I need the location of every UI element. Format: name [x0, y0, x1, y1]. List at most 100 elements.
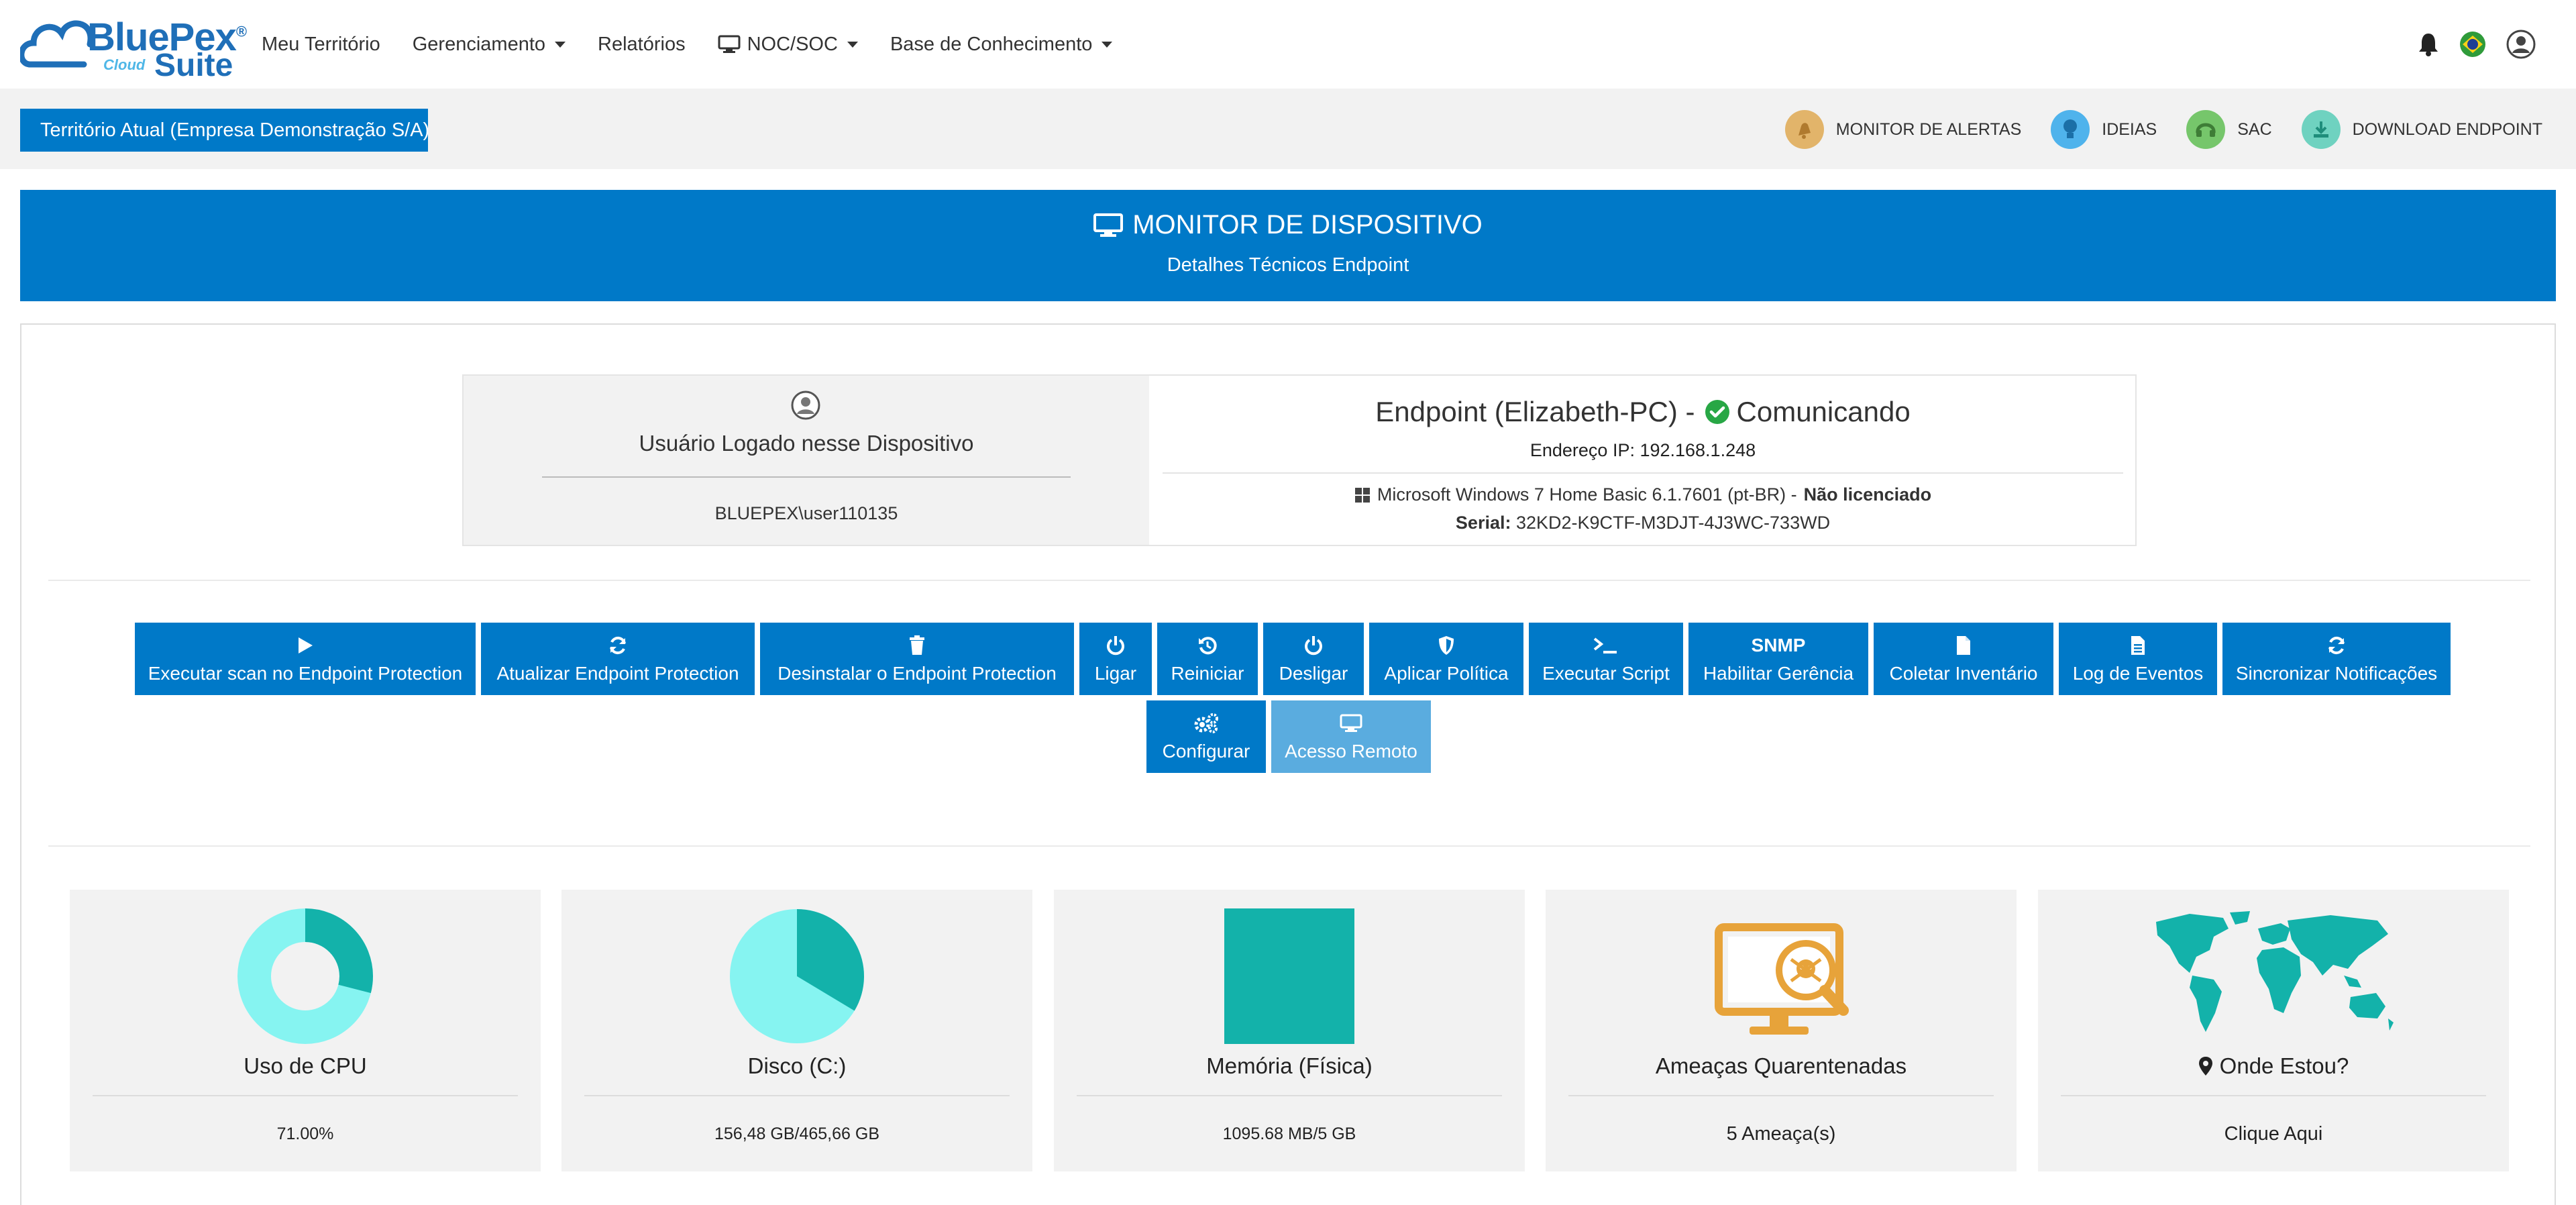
endpoint-status-panel: Endpoint (Elizabeth-PC) - Comunicando En… — [1149, 376, 2137, 545]
lightbulb-icon — [2051, 110, 2090, 149]
user-avatar-icon — [791, 390, 820, 420]
event-log-button[interactable]: Log de Eventos — [2059, 623, 2217, 695]
logo-suite-text: Suite — [154, 48, 233, 83]
nav-noc-soc[interactable]: NOC/SOC — [718, 34, 858, 56]
enable-snmp-button[interactable]: SNMP Habilitar Gerência — [1688, 623, 1868, 695]
file-text-icon — [2131, 636, 2145, 655]
play-icon — [299, 637, 313, 653]
power-icon — [1305, 636, 1322, 656]
ideias-link[interactable]: IDEIAS — [2051, 110, 2157, 149]
disk-title: Disco (C:) — [747, 1053, 847, 1078]
logged-user-panel: Usuário Logado nesse Dispositivo BLUEPEX… — [464, 376, 1149, 545]
operating-system: Microsoft Windows 7 Home Basic 6.1.7601 … — [1149, 484, 2137, 505]
caret-down-icon — [1102, 41, 1113, 48]
memory-title: Memória (Física) — [1206, 1053, 1373, 1078]
history-icon — [1199, 637, 1217, 655]
disk-usage-card[interactable]: Disco (C:) 156,48 GB/465,66 GB — [561, 890, 1032, 1171]
navbar-right-icons — [2398, 30, 2536, 59]
run-scan-button[interactable]: Executar scan no Endpoint Protection — [135, 623, 476, 695]
nav-base-conhecimento[interactable]: Base de Conhecimento — [890, 34, 1113, 56]
monitor-icon — [1340, 714, 1362, 732]
apply-policy-button[interactable]: Aplicar Política — [1369, 623, 1523, 695]
nav-meu-territorio[interactable]: Meu Território — [262, 34, 380, 56]
divider — [584, 1095, 1010, 1096]
divider — [93, 1095, 518, 1096]
main-menu: Meu Território Gerenciamento Relatórios … — [262, 0, 1144, 89]
download-icon — [2301, 110, 2341, 149]
power-on-button[interactable]: Ligar — [1079, 623, 1152, 695]
license-status: Não licenciado — [1803, 484, 1932, 505]
caret-down-icon — [555, 41, 566, 48]
trash-icon — [910, 635, 924, 655]
page-subtitle: Detalhes Técnicos Endpoint — [1167, 254, 1409, 276]
nav-gerenciamento[interactable]: Gerenciamento — [413, 34, 566, 56]
divider — [2061, 1095, 2486, 1096]
device-details-card: Usuário Logado nesse Dispositivo BLUEPEX… — [20, 323, 2556, 1205]
restart-button[interactable]: Reiniciar — [1157, 623, 1258, 695]
endpoint-info-box: Usuário Logado nesse Dispositivo BLUEPEX… — [462, 374, 2137, 546]
serial-number: Serial: 32KD2-K9CTF-M3DJT-4J3WC-733WD — [1455, 513, 1831, 533]
terminal-icon — [1593, 637, 1617, 653]
sub-toolbar: Território Atual (Empresa Demonstração S… — [0, 89, 2576, 169]
run-script-button[interactable]: Executar Script — [1529, 623, 1683, 695]
nav-relatorios[interactable]: Relatórios — [598, 34, 686, 56]
divider — [1077, 1095, 1502, 1096]
user-profile-icon[interactable] — [2506, 30, 2536, 59]
remote-access-button[interactable]: Acesso Remoto — [1271, 700, 1431, 773]
memory-value: 1095.68 MB/5 GB — [1222, 1124, 1356, 1143]
cpu-donut-chart — [237, 908, 373, 1044]
brazil-flag-icon[interactable] — [2459, 31, 2486, 58]
quick-links: MONITOR DE ALERTAS IDEIAS SAC DOWNLOAD E… — [1756, 110, 2542, 149]
cpu-title: Uso de CPU — [244, 1053, 367, 1078]
top-navbar: BluePex® Cloud Suite Meu Território Gere… — [0, 0, 2576, 89]
threats-value: 5 Ameaça(s) — [1726, 1123, 1836, 1145]
endpoint-title: Endpoint (Elizabeth-PC) - Comunicando — [1375, 396, 1911, 427]
divider — [1163, 472, 2123, 474]
check-circle-icon — [1705, 400, 1729, 424]
location-title: Onde Estou? — [2038, 1053, 2509, 1079]
monitor-icon — [718, 35, 741, 53]
current-territory-button[interactable]: Território Atual (Empresa Demonstração S… — [20, 109, 428, 152]
file-icon — [1957, 636, 1970, 655]
location-card[interactable]: Onde Estou? Clique Aqui — [2038, 890, 2509, 1171]
section-divider — [48, 845, 2530, 847]
cpu-value: 71.00% — [276, 1124, 334, 1143]
quarantine-threats-card[interactable]: Ameaças Quarentenadas 5 Ameaça(s) — [1546, 890, 2017, 1171]
communication-status: Comunicando — [1736, 396, 1911, 427]
divider — [542, 476, 1071, 478]
collect-inventory-button[interactable]: Coletar Inventário — [1874, 623, 2053, 695]
ip-address: Endereço IP: 192.168.1.248 — [1529, 440, 1756, 460]
sync-icon — [2328, 636, 2345, 655]
cpu-usage-card[interactable]: Uso de CPU 71.00% — [70, 890, 541, 1171]
logged-user-name: BLUEPEX\user110135 — [714, 503, 898, 523]
threat-monitor-icon — [1715, 923, 1849, 1035]
power-icon — [1107, 636, 1124, 656]
configure-button[interactable]: Configurar — [1146, 700, 1266, 773]
logo-cloud-text: Cloud — [103, 56, 146, 73]
page-title: MONITOR DE DISPOSITIVO — [20, 210, 2556, 240]
threats-title: Ameaças Quarentenadas — [1655, 1053, 1907, 1078]
monitor-icon — [1093, 213, 1124, 237]
uninstall-endpoint-button[interactable]: Desinstalar o Endpoint Protection — [760, 623, 1074, 695]
map-marker-icon — [2198, 1057, 2212, 1076]
disk-pie-chart — [730, 909, 864, 1043]
device-monitor-header: MONITOR DE DISPOSITIVO Detalhes Técnicos… — [20, 190, 2556, 301]
disk-value: 156,48 GB/465,66 GB — [714, 1124, 879, 1143]
sync-icon — [610, 636, 626, 655]
sac-link[interactable]: SAC — [2186, 110, 2272, 149]
location-link[interactable]: Clique Aqui — [2038, 1123, 2509, 1145]
support-headset-icon — [2186, 110, 2226, 149]
download-endpoint-link[interactable]: DOWNLOAD ENDPOINT — [2301, 110, 2542, 149]
memory-usage-card[interactable]: Memória (Física) 1095.68 MB/5 GB — [1054, 890, 1525, 1171]
bell-icon[interactable] — [2418, 32, 2439, 56]
update-endpoint-button[interactable]: Atualizar Endpoint Protection — [481, 623, 755, 695]
divider — [1568, 1095, 1994, 1096]
bluepex-logo[interactable]: BluePex® Cloud Suite — [20, 12, 247, 83]
shutdown-button[interactable]: Desligar — [1263, 623, 1364, 695]
caret-down-icon — [847, 41, 858, 48]
sync-notifications-button[interactable]: Sincronizar Notificações — [2222, 623, 2451, 695]
logged-user-title: Usuário Logado nesse Dispositivo — [639, 431, 974, 456]
memory-chart — [1224, 908, 1354, 1044]
monitor-alertas-link[interactable]: MONITOR DE ALERTAS — [1784, 110, 2021, 149]
section-divider — [48, 580, 2530, 581]
